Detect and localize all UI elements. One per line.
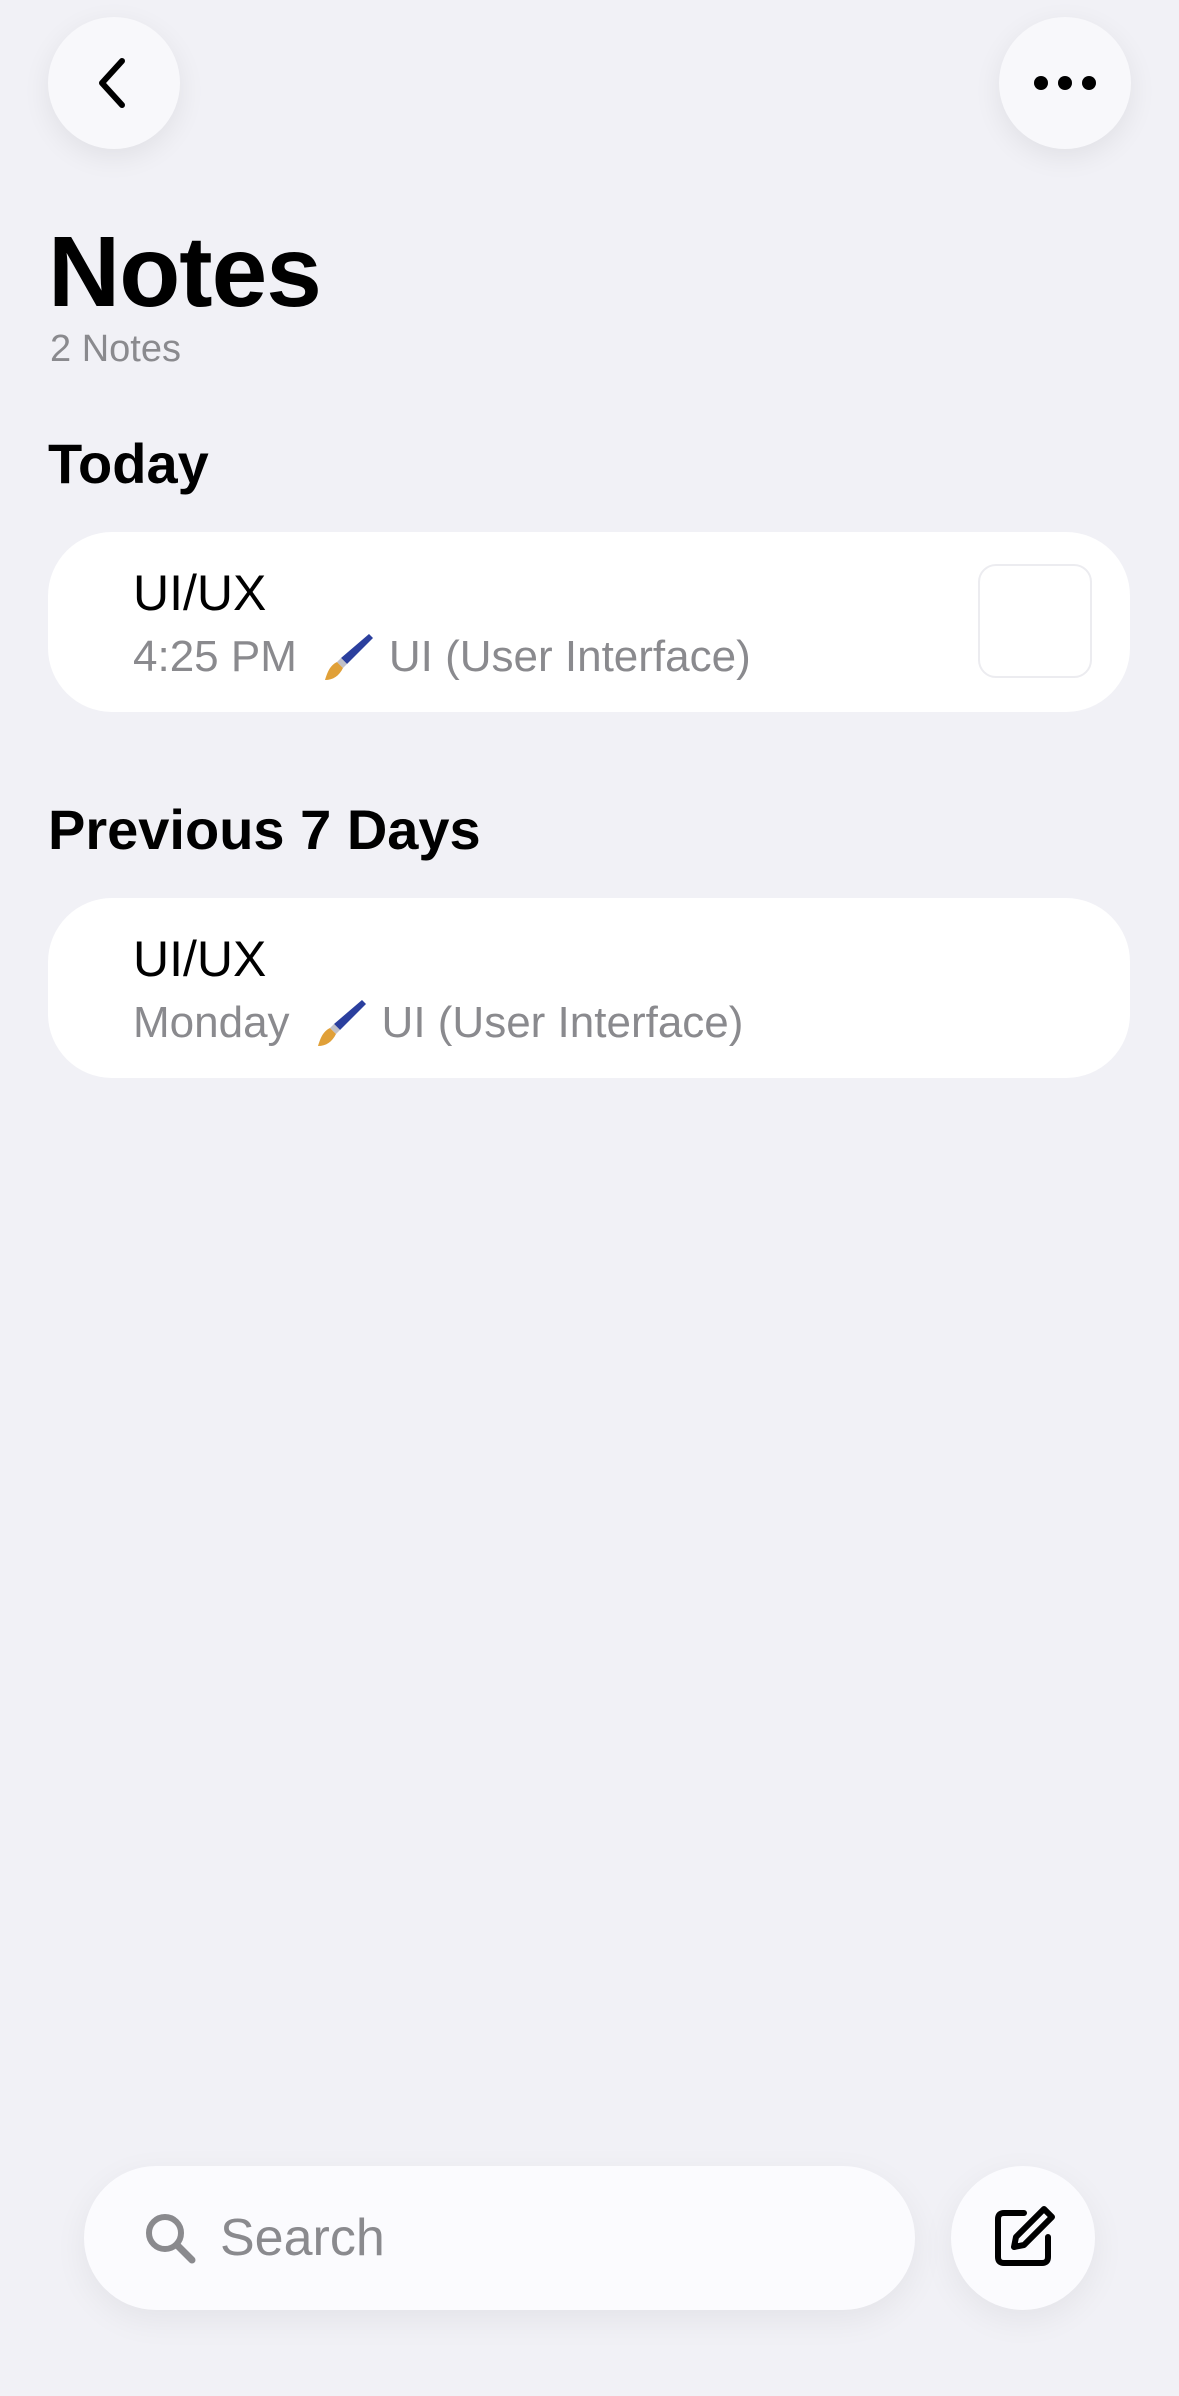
note-title: UI/UX xyxy=(133,565,267,621)
chevron-left-icon xyxy=(99,58,125,108)
note-preview: UI (User Interface) xyxy=(388,632,751,681)
paintbrush-icon xyxy=(324,634,373,680)
section-header-today: Today xyxy=(48,432,209,495)
more-options-button[interactable] xyxy=(999,17,1131,149)
note-card[interactable]: UI/UX 4:25 PM UI (User Interface) xyxy=(48,532,1130,712)
back-button[interactable] xyxy=(48,17,180,149)
search-bar[interactable] xyxy=(84,2166,915,2310)
note-card[interactable]: UI/UX Monday UI (User Interface) xyxy=(48,898,1130,1078)
note-date: Monday xyxy=(133,998,290,1047)
note-subtitle: Monday UI (User Interface) xyxy=(133,996,743,1050)
paintbrush-icon xyxy=(317,1000,366,1046)
search-input[interactable] xyxy=(218,2207,822,2269)
section-header-previous-7-days: Previous 7 Days xyxy=(48,798,481,861)
note-subtitle: 4:25 PM UI (User Interface) xyxy=(133,630,751,684)
page-title: Notes xyxy=(48,216,322,328)
compose-icon xyxy=(995,2206,1055,2266)
note-title: UI/UX xyxy=(133,931,267,987)
note-time: 4:25 PM xyxy=(133,632,297,681)
note-count: 2 Notes xyxy=(50,328,181,370)
search-icon xyxy=(146,2214,196,2264)
compose-button[interactable] xyxy=(951,2166,1095,2310)
note-thumbnail xyxy=(978,564,1092,678)
ellipsis-icon xyxy=(1034,76,1096,90)
note-preview: UI (User Interface) xyxy=(381,998,744,1047)
